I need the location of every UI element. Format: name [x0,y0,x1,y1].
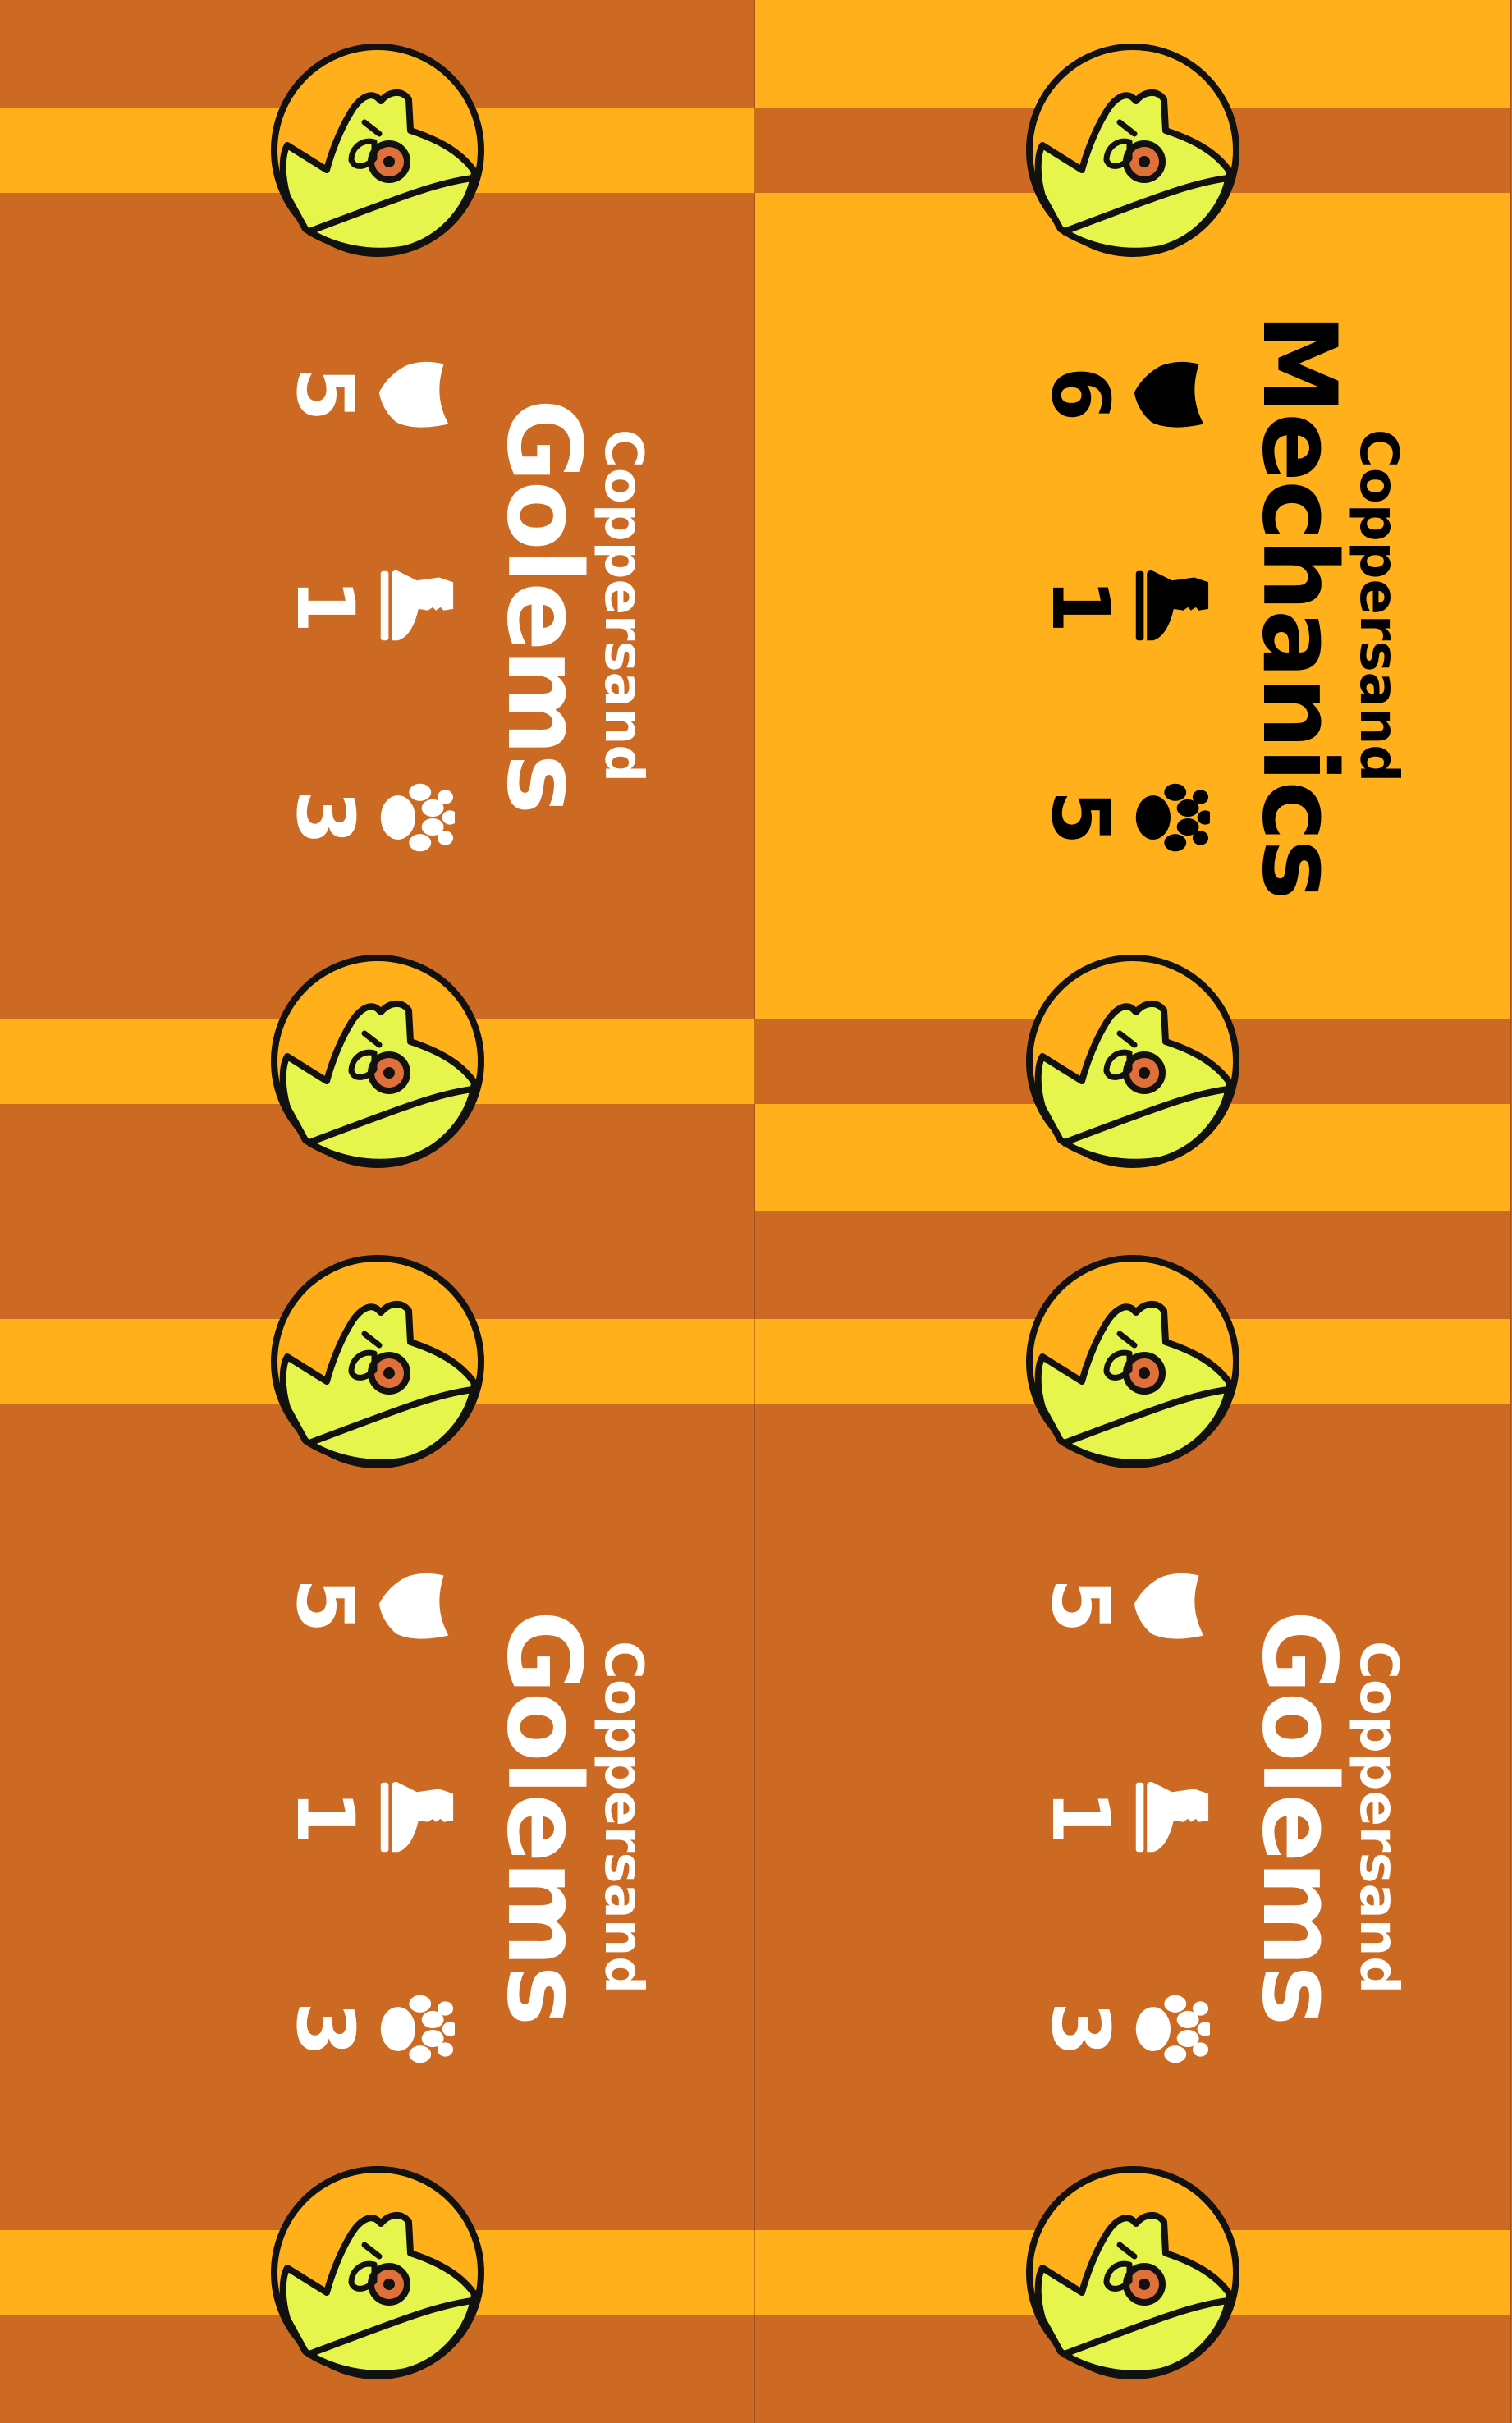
unit-card-golems[interactable]: Coppersand Golems 5 1 3 [0,0,756,1212]
stat-attack: 3 [1034,1990,1210,2068]
unit-name: Golems [1239,1610,1358,2025]
boot-icon [1135,1782,1209,1853]
unit-card-golems[interactable]: Coppersand Golems 5 1 3 [0,1211,756,2423]
unit-stats: 5 1 3 [279,1212,455,2423]
stat-attack: 3 [279,778,455,857]
faction-name: Coppersand [1348,1640,1409,1995]
boot-icon [380,1782,454,1853]
attack-value: 3 [279,790,371,845]
attack-value: 3 [1034,2001,1126,2057]
defense-value: 5 [279,1578,371,1633]
shield-icon [1134,361,1204,428]
paw-print-icon [380,783,455,852]
paw-print-icon [1135,1995,1210,2063]
faction-name: Coppersand [1348,428,1409,783]
stat-move: 1 [279,1778,455,1857]
faction-name: Coppersand [593,428,653,783]
unit-stats: 5 1 3 [1034,1212,1210,2423]
shield-icon [378,1573,449,1639]
stat-move: 1 [279,566,455,645]
unit-name: Mechanics [1239,313,1358,899]
stat-defense: 5 [279,355,455,433]
move-value: 1 [279,578,371,634]
unit-name: Golems [484,398,603,813]
attack-value: 3 [279,2001,371,2057]
move-value: 1 [279,1789,371,1845]
stat-defense: 6 [1034,355,1210,433]
stat-attack: 3 [279,1990,455,2068]
unit-stats: 6 1 5 [1034,0,1210,1212]
faction-name: Coppersand [593,1640,653,1995]
move-value: 1 [1034,578,1126,634]
stat-move: 1 [1034,566,1210,645]
boot-icon [1135,570,1209,641]
defense-value: 5 [1034,1578,1126,1633]
attack-value: 5 [1034,790,1126,845]
boot-icon [380,570,454,641]
move-value: 1 [1034,1789,1126,1845]
card-sheet: Coppersand Golems 5 1 3 Coppersand Golem… [0,0,1512,2423]
unit-card-golems[interactable]: Coppersand Golems 5 1 3 [754,1211,1511,2423]
stat-defense: 5 [1034,1566,1210,1645]
defense-value: 5 [279,366,371,422]
unit-name: Golems [484,1610,603,2025]
stat-attack: 5 [1034,778,1210,857]
unit-stats: 5 1 3 [279,0,455,1212]
unit-card-mechanics[interactable]: Coppersand Mechanics 6 1 5 [754,0,1511,1212]
stat-defense: 5 [279,1566,455,1645]
paw-print-icon [1135,783,1210,852]
shield-icon [1134,1573,1204,1639]
paw-print-icon [380,1995,455,2063]
defense-value: 6 [1034,366,1126,422]
shield-icon [378,361,449,428]
stat-move: 1 [1034,1778,1210,1857]
